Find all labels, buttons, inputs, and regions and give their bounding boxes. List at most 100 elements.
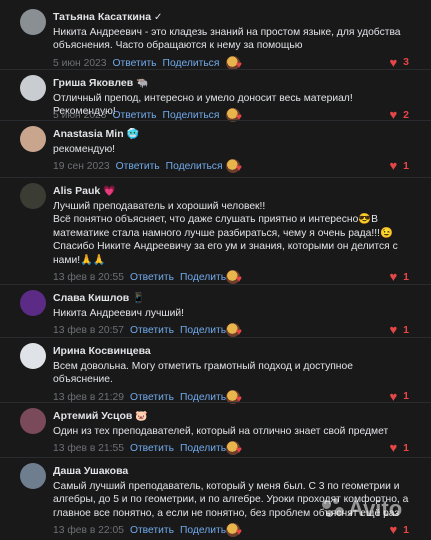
comment-text: Лучший преподаватель и хороший человек!!…	[53, 200, 409, 267]
reactions-icon[interactable]: ♥	[226, 159, 250, 175]
heart-icon: ♥	[389, 269, 398, 284]
author-name[interactable]: Ирина Косвинцева	[53, 345, 151, 357]
reactions-icon[interactable]: ♥	[226, 108, 250, 124]
comment-date[interactable]: 13 фев в 20:55	[53, 272, 124, 283]
heart-icon: ♥	[389, 440, 398, 456]
like-count: 1	[403, 441, 409, 454]
comment-divider	[0, 69, 431, 70]
comment-text-line: Всем довольна. Могу отметить грамотный п…	[53, 361, 353, 372]
reply-button[interactable]: Ответить	[116, 161, 160, 172]
comment-date[interactable]: 5 июн 2023	[53, 58, 107, 69]
comment-divider	[0, 120, 431, 121]
comment-meta: 13 фев в 20:57 Ответить Поделиться	[53, 324, 237, 337]
user-avatar[interactable]	[20, 126, 46, 152]
user-avatar[interactable]	[20, 9, 46, 35]
author-name[interactable]: Alis Pauk	[53, 185, 100, 197]
comment-date[interactable]: 13 фев в 21:55	[53, 443, 124, 454]
like-count: 1	[403, 159, 409, 172]
reply-button[interactable]: Ответить	[130, 272, 174, 283]
author-status-emoji: 🐃	[136, 78, 149, 89]
comment-divider	[0, 457, 431, 458]
comment-text-line: Один из тех преподавателей, который на о…	[53, 426, 389, 437]
user-avatar[interactable]	[20, 463, 46, 489]
comment-divider	[0, 402, 431, 403]
share-button[interactable]: Поделиться	[166, 161, 223, 172]
author-name[interactable]: Anastasia Min	[53, 128, 124, 140]
comment-divider	[0, 337, 431, 338]
comment-text-line: главное все понятно, а если не понятно, …	[53, 507, 400, 519]
comment-text-line: алгебры, до 5 и по геометрии, и по алгеб…	[53, 494, 409, 506]
mini-heart-icon: ♥	[236, 393, 242, 405]
comment-text: Самый лучший преподаватель, который у ме…	[53, 480, 409, 520]
comment-text-line: рекомендую!	[53, 144, 116, 155]
comment-meta: 5 июн 2023 Ответить Поделиться	[53, 57, 219, 70]
comment-text: Никита Андреевич лучший!	[53, 307, 409, 320]
heart-icon: ♥	[389, 322, 398, 338]
like-count: 1	[403, 270, 409, 283]
author-status-emoji: 🥶	[126, 129, 140, 140]
reactions-icon[interactable]: ♥	[226, 441, 250, 457]
author-status-emoji: ✓	[154, 12, 163, 23]
user-avatar[interactable]	[20, 408, 46, 434]
like-count: 1	[403, 390, 409, 403]
author-name[interactable]: Татьяна Касаткина	[53, 11, 151, 23]
reactions-icon[interactable]: ♥	[226, 389, 250, 406]
comment-date[interactable]: 13 фев в 20:57	[53, 325, 124, 336]
comment-meta: 13 фев в 20:55 Ответить Поделиться	[53, 271, 237, 284]
like-button[interactable]: ♥ 1	[389, 523, 409, 536]
reactions-icon[interactable]: ♥	[226, 523, 250, 539]
heart-icon: ♥	[389, 522, 398, 538]
comment-text-line: Никита Андреевич лучший!	[53, 308, 184, 319]
comment-author[interactable]: Татьяна Касаткина ✓	[53, 11, 162, 24]
comment-author[interactable]: Anastasia Min 🥶	[53, 128, 139, 141]
comment-author[interactable]: Артемий Усцов 🐷	[53, 410, 148, 423]
author-name[interactable]: Артемий Усцов	[53, 410, 132, 422]
comment-author[interactable]: Слава Кишлов 📱	[53, 292, 145, 305]
author-name[interactable]: Даша Ушакова	[53, 465, 128, 477]
reply-button[interactable]: Ответить	[130, 443, 174, 454]
comment-text-line: Всё понятно объясняет, что даже слушать …	[53, 214, 379, 226]
like-button[interactable]: ♥ 1	[389, 323, 409, 336]
share-button[interactable]: Поделиться	[163, 58, 220, 69]
like-button[interactable]: ♥ 1	[389, 270, 409, 283]
author-status-emoji: 🐷	[135, 411, 148, 422]
like-count: 1	[403, 523, 409, 536]
reply-button[interactable]: Ответить	[113, 58, 157, 69]
comment-divider	[0, 177, 431, 178]
comment-author[interactable]: Alis Pauk 💗	[53, 185, 116, 198]
comment-author[interactable]: Гриша Яковлев 🐃	[53, 77, 149, 90]
like-button[interactable]: ♥ 1	[389, 390, 409, 403]
author-status-emoji: 📱	[132, 293, 145, 304]
comment-text-line: Лучший преподаватель и хороший человек!!	[53, 201, 266, 212]
comment-date[interactable]: 19 сен 2023	[53, 161, 110, 172]
reply-button[interactable]: Ответить	[130, 525, 174, 536]
comment-text-line: нами!🙏🙏	[53, 254, 106, 266]
reply-button[interactable]: Ответить	[130, 325, 174, 336]
comment-text-line: Никита Андреевич - это кладезь знаний на…	[53, 27, 401, 38]
comment-text-line: математике стала намного лучше разбирать…	[53, 227, 393, 239]
like-button[interactable]: ♥ 3	[389, 56, 409, 69]
user-avatar[interactable]	[20, 343, 46, 369]
comment-text: рекомендую!	[53, 143, 409, 156]
like-button[interactable]: ♥ 1	[389, 159, 409, 172]
comment-divider	[0, 284, 431, 285]
comment-date[interactable]: 13 фев в 22:05	[53, 525, 124, 536]
comment-author[interactable]: Даша Ушакова	[53, 465, 131, 478]
user-avatar[interactable]	[20, 183, 46, 209]
mini-heart-icon: ♥	[236, 112, 242, 124]
mini-heart-icon: ♥	[236, 163, 242, 175]
like-button[interactable]: ♥ 1	[389, 441, 409, 454]
comment-text-line: объяснения. Часто обращаются к нему за п…	[53, 40, 303, 52]
user-avatar[interactable]	[20, 290, 46, 316]
author-status-emoji: 💗	[103, 186, 116, 197]
comment-text-line: объяснение.	[53, 374, 113, 386]
comment-author[interactable]: Ирина Косвинцева	[53, 345, 154, 358]
author-name[interactable]: Гриша Яковлев	[53, 77, 133, 89]
user-avatar[interactable]	[20, 75, 46, 101]
like-count: 1	[403, 323, 409, 336]
like-count: 3	[403, 56, 409, 69]
comment-meta: 19 сен 2023 Ответить Поделиться	[53, 160, 223, 173]
comment-text: Всем довольна. Могу отметить грамотный п…	[53, 360, 409, 387]
author-name[interactable]: Слава Кишлов	[53, 292, 129, 304]
comment-text: Никита Андреевич - это кладезь знаний на…	[53, 26, 409, 53]
